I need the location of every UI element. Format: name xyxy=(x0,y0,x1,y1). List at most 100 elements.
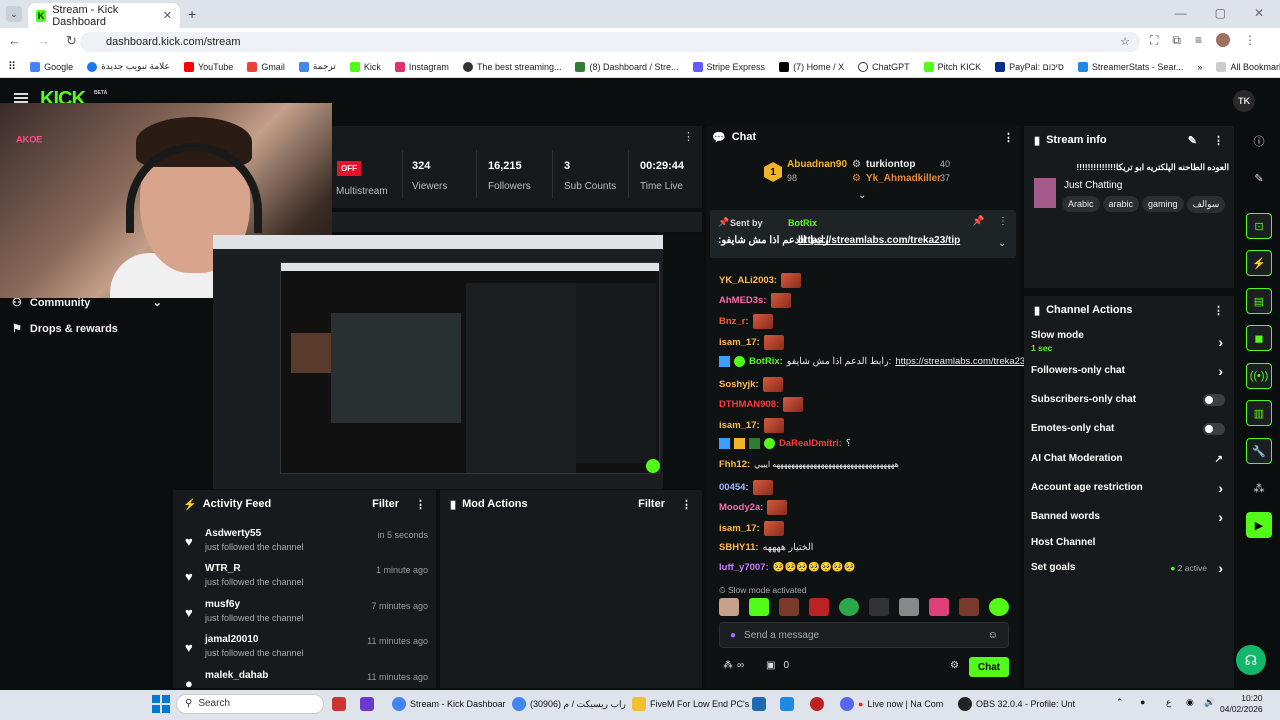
emote-icon[interactable] xyxy=(719,598,739,616)
user-avatar[interactable]: TK xyxy=(1233,90,1255,112)
video-icon[interactable]: ▶ xyxy=(1246,512,1272,538)
apps-icon[interactable]: ⠿ xyxy=(8,60,16,73)
minimize-icon[interactable]: — xyxy=(1175,6,1187,22)
emote-icon[interactable] xyxy=(779,598,799,616)
all-bookmarks[interactable]: All Bookmarks xyxy=(1216,61,1280,72)
taskbar-search[interactable]: ⚲ Search xyxy=(176,694,324,714)
category-thumbnail[interactable] xyxy=(1034,178,1056,208)
category-name[interactable]: Just Chatting xyxy=(1064,180,1122,191)
bookmark-item[interactable]: Gmail xyxy=(247,61,285,72)
broadcast-icon[interactable]: ((•)) xyxy=(1246,363,1272,389)
activity-filter-button[interactable]: Filter xyxy=(372,498,399,510)
pinned-bot-name[interactable]: BotRix xyxy=(788,218,817,228)
wrench-icon[interactable]: 🔧 xyxy=(1246,438,1272,464)
taskbar-app[interactable] xyxy=(752,697,766,711)
chat-icon[interactable]: ◼ xyxy=(1246,325,1272,351)
more-bookmarks-icon[interactable]: » xyxy=(1197,62,1202,72)
browser-tab-active[interactable]: K Stream - Kick Dashboard ✕ xyxy=(28,3,180,28)
lightning-icon[interactable]: ⚡ xyxy=(1246,250,1272,276)
volume-icon[interactable]: 🔊 xyxy=(1204,697,1215,708)
gift-counter[interactable]: ▣ 0 xyxy=(766,660,789,671)
tray-chevron-icon[interactable]: ⌃ xyxy=(1116,697,1124,708)
emoji-icon[interactable]: ☺ xyxy=(988,630,998,641)
forward-icon[interactable]: → xyxy=(37,33,50,49)
pencil-icon[interactable]: ✎ xyxy=(1246,165,1272,191)
subscribers-only-toggle[interactable] xyxy=(1203,394,1225,406)
tab-search-icon[interactable]: ⌄ xyxy=(6,6,22,22)
chat-menu-icon[interactable]: ⋮ xyxy=(1003,131,1014,144)
bookmark-item[interactable]: علامة تبويب جديدة xyxy=(87,61,170,72)
tag[interactable]: سوالف xyxy=(1186,196,1226,213)
bookmark-item[interactable]: ترجمة xyxy=(298,61,336,72)
menu-icon[interactable] xyxy=(14,93,28,103)
pinned-link[interactable]: https://streamlabs.com/treka23/tip xyxy=(798,235,960,246)
taskbar-window[interactable]: OBS 32.0.4 - Profile: Unt xyxy=(958,697,1075,711)
emote-icon[interactable] xyxy=(989,598,1009,616)
taskbar-window[interactable]: FiveM For Low End PC's xyxy=(632,697,749,711)
screenshot-icon[interactable]: ⛶ xyxy=(1150,33,1158,48)
taskbar-window[interactable]: ● Live now | Na Com xyxy=(840,697,943,711)
ai-moderation-row[interactable]: AI Chat Moderation ↗ xyxy=(1031,453,1229,465)
slow-mode-row[interactable]: Slow mode 1 sec › xyxy=(1031,330,1229,353)
language-indicator[interactable]: ع xyxy=(1166,697,1171,708)
bookmark-item[interactable]: YouTube xyxy=(183,61,233,72)
system-clock[interactable]: 10:20 04/02/2026 xyxy=(1220,693,1263,715)
chat-settings-icon[interactable]: ⚙ xyxy=(950,660,959,671)
send-chat-button[interactable]: Chat xyxy=(969,657,1009,677)
emote-icon[interactable] xyxy=(869,598,889,616)
url-bar[interactable]: dashboard.kick.com/stream ☆ xyxy=(80,32,1140,52)
profile-avatar[interactable] xyxy=(1216,33,1230,47)
tab-close-icon[interactable]: ✕ xyxy=(163,9,172,22)
back-icon[interactable]: ← xyxy=(8,33,21,49)
info-icon[interactable]: ⓘ xyxy=(1246,128,1272,154)
maximize-icon[interactable]: ▢ xyxy=(1215,6,1226,22)
bookmark-item[interactable]: ChatGPT xyxy=(858,61,910,72)
taskbar-app[interactable] xyxy=(332,697,346,711)
leader-second-name[interactable]: turkiontop xyxy=(866,159,915,170)
followers-only-row[interactable]: Followers-only chat › xyxy=(1031,363,1229,379)
taskbar-app[interactable] xyxy=(810,697,824,711)
banned-words-row[interactable]: Banned words › xyxy=(1031,509,1229,525)
taskbar-window[interactable]: Stream - Kick Dashboar xyxy=(392,697,506,711)
activity-menu-icon[interactable]: ⋮ xyxy=(415,498,426,511)
close-window-icon[interactable]: ✕ xyxy=(1254,6,1264,22)
browser-menu-icon[interactable]: ⋮ xyxy=(1244,33,1256,48)
set-goals-row[interactable]: Set goals ● 2 active › xyxy=(1031,560,1229,576)
media-icon[interactable]: ▥ xyxy=(1246,400,1272,426)
mod-menu-icon[interactable]: ⋮ xyxy=(681,498,692,511)
stream-info-menu-icon[interactable]: ⋮ xyxy=(1213,134,1224,147)
clipboard-icon[interactable]: ▤ xyxy=(1246,288,1272,314)
help-icon[interactable]: ☊ xyxy=(1236,645,1266,675)
unpin-icon[interactable]: 📌 xyxy=(972,216,984,227)
emote-icon[interactable] xyxy=(929,598,949,616)
tag[interactable]: arabic xyxy=(1102,196,1140,212)
emote-icon[interactable] xyxy=(809,598,829,616)
bookmark-item[interactable]: (8) Dashboard / Stre... xyxy=(575,61,679,72)
pinned-menu-icon[interactable]: ⋮ xyxy=(998,216,1008,227)
mod-filter-button[interactable]: Filter xyxy=(638,498,665,510)
stats-menu-icon[interactable]: ⋮ xyxy=(683,130,694,143)
windows-start-icon[interactable] xyxy=(152,695,170,713)
media-icon[interactable]: ≡ xyxy=(1195,33,1202,48)
channel-points[interactable]: ⁂ ∞ xyxy=(723,660,744,671)
taskbar-app[interactable] xyxy=(360,697,374,711)
bookmark-item[interactable]: Instagram xyxy=(394,61,449,72)
bookmark-item[interactable]: Google xyxy=(30,61,73,72)
chat-input[interactable]: ● Send a message ☺ xyxy=(719,622,1009,648)
tag[interactable]: gaming xyxy=(1142,196,1184,212)
chat-link[interactable]: https://streamlabs.com/treka23/tip xyxy=(895,356,1038,367)
bookmark-star-icon[interactable]: ☆ xyxy=(1120,35,1130,48)
bookmark-item[interactable]: (7) Home / X xyxy=(779,61,844,72)
channel-actions-menu-icon[interactable]: ⋮ xyxy=(1213,304,1224,317)
expand-icon[interactable]: ⌄ xyxy=(998,238,1006,249)
host-channel-row[interactable]: Host Channel xyxy=(1031,537,1229,548)
taskbar-app[interactable] xyxy=(780,697,794,711)
bookmark-item[interactable]: StreamerStats - Sear... xyxy=(1077,61,1183,72)
account-age-row[interactable]: Account age restriction › xyxy=(1031,480,1229,496)
tray-app-icon[interactable]: ● xyxy=(1140,697,1145,707)
bookmark-item[interactable]: The best streaming... xyxy=(462,61,561,72)
emote-icon[interactable] xyxy=(959,598,979,616)
edit-icon[interactable]: ✎ xyxy=(1188,134,1197,147)
bookmark-item[interactable]: Kick xyxy=(349,61,381,72)
emote-icon[interactable] xyxy=(749,598,769,616)
